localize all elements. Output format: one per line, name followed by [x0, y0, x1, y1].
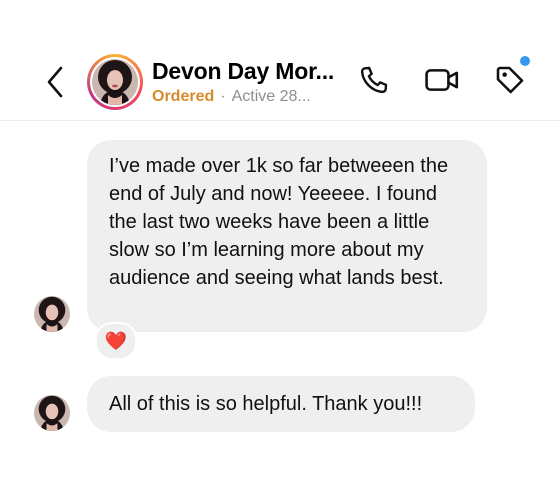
- tag-button[interactable]: [492, 62, 528, 98]
- order-status-label: Ordered: [152, 88, 215, 105]
- activity-status: Active 28...: [231, 88, 311, 105]
- heart-reaction[interactable]: ❤️: [95, 322, 137, 360]
- back-button[interactable]: [40, 64, 70, 100]
- message-avatar[interactable]: [34, 296, 70, 332]
- video-call-button[interactable]: [424, 62, 460, 98]
- subtitle-separator: ·: [220, 88, 226, 105]
- message-bubble[interactable]: I’ve made over 1k so far betweeen the en…: [87, 140, 487, 332]
- heart-icon: ❤️: [104, 331, 128, 351]
- message-avatar[interactable]: [34, 395, 70, 431]
- message-bubble[interactable]: All of this is so helpful. Thank you!!!: [87, 376, 475, 432]
- notification-dot: [520, 56, 530, 66]
- video-camera-icon: [425, 69, 459, 91]
- contact-avatar[interactable]: [87, 54, 143, 110]
- phone-icon: [360, 66, 388, 94]
- call-button[interactable]: [356, 62, 392, 98]
- contact-subtitle: Ordered · Active 28...: [152, 88, 311, 106]
- chat-header: Devon Day Mor... Ordered · Active 28...: [0, 0, 560, 120]
- tag-icon: [496, 66, 524, 94]
- header-divider: [0, 120, 560, 121]
- contact-name[interactable]: Devon Day Mor...: [152, 58, 334, 85]
- back-chevron-icon: [47, 66, 63, 98]
- avatar-image: [92, 59, 138, 105]
